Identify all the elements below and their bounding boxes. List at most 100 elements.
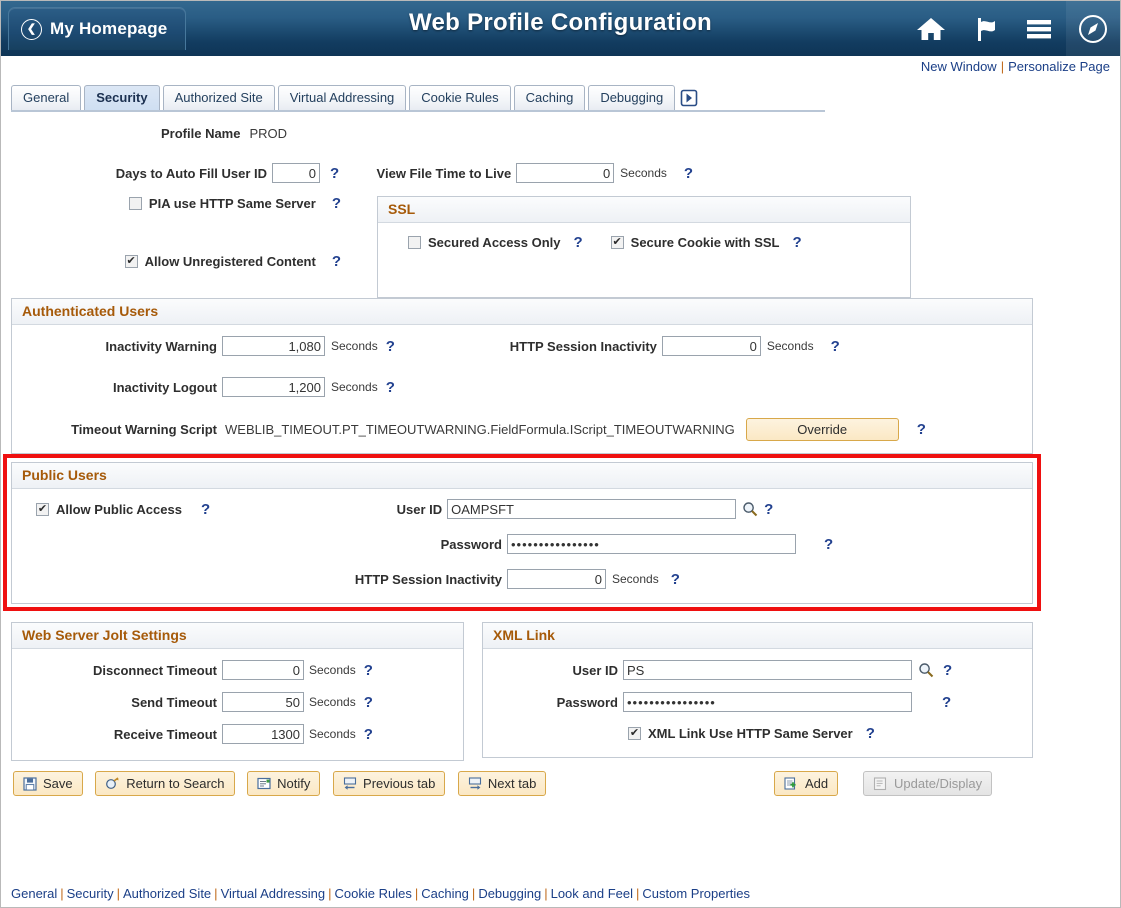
- profile-name-value: PROD: [249, 126, 288, 141]
- update-display-label: Update/Display: [894, 776, 983, 791]
- next-tab-label: Next tab: [487, 776, 537, 791]
- save-button[interactable]: Save: [13, 771, 83, 796]
- public-password-input[interactable]: [507, 534, 796, 554]
- authenticated-users-title: Authenticated Users: [12, 299, 1032, 325]
- add-label: Add: [805, 776, 829, 791]
- bottom-link-general[interactable]: General: [11, 886, 57, 901]
- pia-same-server-checkbox[interactable]: [128, 197, 142, 210]
- secured-access-only-label: Secured Access Only: [428, 235, 561, 250]
- pia-same-server-help-icon[interactable]: ?: [332, 196, 341, 211]
- public-users-wrapper: Public Users Allow Public Access ? User …: [3, 454, 1110, 611]
- profile-name-row: Profile Name PROD: [11, 126, 1110, 141]
- public-http-session-help-icon[interactable]: ?: [671, 572, 680, 587]
- xml-same-server-checkbox[interactable]: [628, 727, 641, 740]
- public-password-help-icon[interactable]: ?: [824, 537, 833, 552]
- jolt-settings-body: Disconnect Timeout Seconds ? Send Timeou…: [12, 649, 463, 760]
- timeout-warning-script-row: Timeout Warning Script WEBLIB_TIMEOUT.PT…: [12, 418, 1032, 441]
- tab-cookie-rules[interactable]: Cookie Rules: [409, 85, 511, 110]
- bottom-link-security[interactable]: Security: [67, 886, 114, 901]
- bottom-link-custom-properties[interactable]: Custom Properties: [642, 886, 750, 901]
- bottom-link-authorized-site[interactable]: Authorized Site: [123, 886, 211, 901]
- xml-user-id-help-icon[interactable]: ?: [943, 663, 952, 678]
- send-timeout-label: Send Timeout: [131, 694, 217, 710]
- disconnect-timeout-input[interactable]: [222, 660, 304, 680]
- allow-public-access-checkbox[interactable]: [36, 502, 49, 516]
- public-user-id-input[interactable]: [447, 499, 737, 519]
- bottom-link-sep-3: |: [328, 886, 332, 901]
- public-http-session-label: HTTP Session Inactivity: [354, 571, 502, 587]
- send-timeout-help-icon[interactable]: ?: [364, 695, 373, 710]
- tab-caching[interactable]: Caching: [513, 85, 586, 110]
- auth-http-session-input[interactable]: [661, 336, 761, 356]
- bottom-link-cookie-rules[interactable]: Cookie Rules: [335, 886, 412, 901]
- notify-button[interactable]: Notify: [247, 771, 321, 796]
- tab-security[interactable]: Security: [84, 85, 160, 110]
- ssl-checkbox-row: Secured Access Only ? Secure Cookie with…: [388, 235, 900, 250]
- bottom-link-virtual-addressing[interactable]: Virtual Addressing: [221, 886, 326, 901]
- allow-unregistered-label: Allow Unregistered Content: [144, 254, 316, 269]
- disconnect-timeout-help-icon[interactable]: ?: [364, 663, 373, 678]
- allow-public-access-help-icon[interactable]: ?: [201, 502, 210, 517]
- tab-authorized-site[interactable]: Authorized Site: [162, 85, 275, 110]
- next-tabs-arrow-icon[interactable]: [678, 85, 700, 110]
- xml-user-id-input[interactable]: [623, 660, 912, 680]
- add-button[interactable]: Add: [774, 771, 839, 796]
- home-icon[interactable]: [904, 1, 958, 56]
- personalize-page-link[interactable]: Personalize Page: [1008, 59, 1110, 74]
- secured-access-only-help-icon[interactable]: ?: [573, 235, 582, 250]
- disconnect-timeout-unit: Seconds: [309, 663, 356, 677]
- bottom-link-look-and-feel[interactable]: Look and Feel: [551, 886, 633, 901]
- tab-virtual-addressing[interactable]: Virtual Addressing: [277, 85, 407, 110]
- navbar-compass-icon[interactable]: [1066, 1, 1120, 56]
- secure-cookie-ssl-checkbox[interactable]: [610, 236, 624, 249]
- allow-unregistered-checkbox[interactable]: [124, 255, 138, 268]
- user-id-lookup-search-icon[interactable]: [742, 501, 758, 517]
- secure-cookie-ssl-help-icon[interactable]: ?: [792, 235, 801, 250]
- secured-access-only-checkbox[interactable]: [408, 236, 421, 249]
- override-help-icon[interactable]: ?: [917, 422, 926, 437]
- return-to-search-icon: [105, 776, 120, 791]
- tab-general[interactable]: General: [11, 85, 82, 110]
- public-user-id-help-icon[interactable]: ?: [764, 502, 773, 517]
- xml-password-input[interactable]: [623, 692, 912, 712]
- xml-same-server-help-icon[interactable]: ?: [866, 726, 875, 741]
- inactivity-warning-row: Inactivity Warning Seconds ? HTTP Sessio…: [12, 336, 1032, 356]
- tab-debugging[interactable]: Debugging: [588, 85, 676, 110]
- flag-icon[interactable]: [958, 1, 1012, 56]
- override-button[interactable]: Override: [745, 418, 899, 441]
- xml-link-group: XML Link User ID ?: [482, 622, 1033, 758]
- public-http-session-input[interactable]: [507, 569, 606, 589]
- send-timeout-input[interactable]: [222, 692, 304, 712]
- days-auto-fill-input[interactable]: [272, 163, 320, 183]
- days-auto-fill-help-icon[interactable]: ?: [330, 166, 339, 181]
- next-tab-button[interactable]: Next tab: [457, 771, 547, 796]
- receive-timeout-help-icon[interactable]: ?: [364, 727, 373, 742]
- view-file-ttl-input[interactable]: [516, 163, 615, 183]
- previous-tab-button[interactable]: Previous tab: [333, 771, 446, 796]
- new-window-link[interactable]: New Window: [921, 59, 997, 74]
- auth-http-session-help-icon[interactable]: ?: [831, 339, 840, 354]
- return-to-search-button[interactable]: Return to Search: [95, 771, 235, 796]
- view-file-ttl-unit: Seconds: [620, 166, 667, 180]
- inactivity-logout-input[interactable]: [222, 377, 325, 397]
- inactivity-logout-help-icon[interactable]: ?: [386, 380, 395, 395]
- view-file-ttl-help-icon[interactable]: ?: [684, 166, 693, 181]
- timeout-warning-script-label: Timeout Warning Script: [71, 422, 217, 437]
- view-file-ttl-label: View File Time to Live: [376, 165, 512, 181]
- pia-same-server-label: PIA use HTTP Same Server: [148, 196, 316, 211]
- inactivity-warning-input[interactable]: [222, 336, 325, 356]
- inactivity-warning-help-icon[interactable]: ?: [386, 339, 395, 354]
- xml-user-id-label: User ID: [572, 662, 618, 678]
- allow-unregistered-help-icon[interactable]: ?: [332, 254, 341, 269]
- save-label: Save: [43, 776, 73, 791]
- bottom-link-debugging[interactable]: Debugging: [478, 886, 541, 901]
- hamburger-menu-icon[interactable]: [1012, 1, 1066, 56]
- inactivity-logout-label: Inactivity Logout: [113, 379, 217, 395]
- xml-password-help-icon[interactable]: ?: [942, 695, 951, 710]
- receive-timeout-input[interactable]: [222, 724, 304, 744]
- receive-timeout-unit: Seconds: [309, 727, 356, 741]
- bottom-link-caching[interactable]: Caching: [421, 886, 469, 901]
- days-auto-fill-label: Days to Auto Fill User ID: [115, 165, 267, 181]
- xml-user-id-lookup-search-icon[interactable]: [918, 662, 934, 678]
- disconnect-timeout-label: Disconnect Timeout: [92, 662, 217, 678]
